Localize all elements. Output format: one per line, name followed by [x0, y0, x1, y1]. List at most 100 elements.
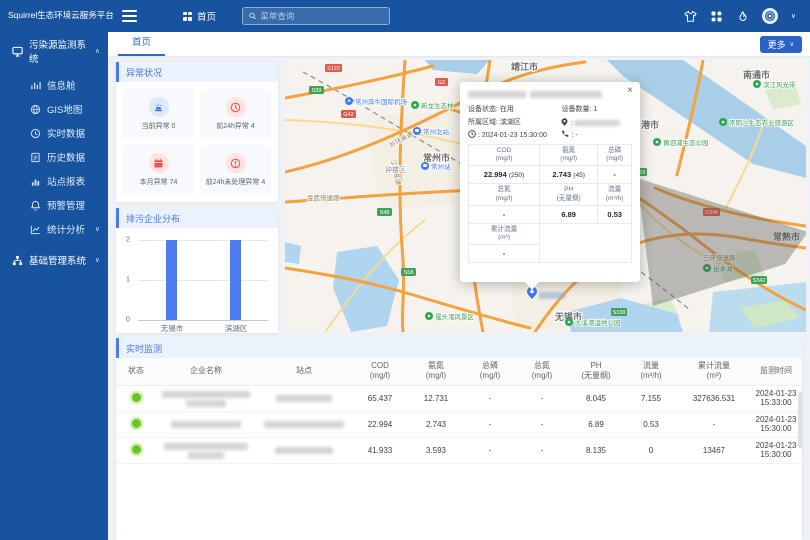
panel-title: 异常状况 [116, 62, 278, 82]
table-row: 22.994 2.743 - - 6.89 0.53 - 2024-01-23 … [116, 411, 802, 437]
sidebar-item-label: 站点报表 [47, 174, 85, 188]
table-row: 41.933 3.593 - - 8.135 0 13467 2024-01-2… [116, 437, 802, 463]
panel-title: 实时监测 [116, 338, 802, 358]
device-info-popup: × 设备状态: 在用 设备数量: 1 所属区域: 滨湖区 : : 2024-01… [460, 82, 640, 282]
sidebar-item-label: 实时数据 [47, 126, 85, 140]
sitemap-icon [12, 255, 23, 266]
sidebar-item-realtime-data[interactable]: 实时数据 [0, 121, 108, 145]
sidebar-item-alert-manage[interactable]: 预警管理 [0, 193, 108, 217]
sidebar-item-label: 预警管理 [47, 198, 85, 212]
bar-chart-icon [30, 80, 41, 91]
chevron-up-icon[interactable]: ∧ [95, 47, 100, 55]
status-dot-online [132, 419, 141, 428]
redacted-station-name [256, 411, 352, 437]
redacted-company-name [156, 385, 256, 411]
siren-icon [149, 97, 169, 117]
svg-text:S122: S122 [327, 66, 340, 72]
menu-search[interactable] [242, 7, 390, 25]
popup-metrics-table: COD(mg/l) 氨氮(mg/l) 总磷(mg/l) 22.994 (250)… [468, 144, 632, 263]
main-content: 异常状况 当前异常 0 前24h异常 4 本月异常 74 前24h未处理异常 4 [108, 57, 810, 540]
home-grid-icon [183, 12, 192, 21]
sidebar-item-label: 统计分析 [47, 222, 85, 236]
realtime-monitor-panel: 实时监测 状态 企业名称 站点 COD(mg/l) 氨氮(mg/l) 总磷(mg… [116, 338, 802, 540]
svg-text:常阴沙生态农业旅游区: 常阴沙生态农业旅游区 [729, 118, 795, 127]
sidebar: Squirrel生态环境云服务平台 污染源监测系统 ∧ 信息舱 GIS地图 实时… [0, 0, 108, 540]
city-label-nantong: 南通市 [743, 69, 770, 80]
document-icon [30, 152, 41, 163]
card-label: 前24h异常 4 [216, 121, 255, 131]
calendar-alert-icon [149, 153, 169, 173]
sidebar-item-gis-map[interactable]: GIS地图 [0, 97, 108, 121]
svg-text:S48: S48 [380, 210, 390, 216]
card-label: 本月异常 74 [140, 177, 178, 187]
search-input[interactable] [260, 11, 383, 21]
abnormal-card-24h: 前24h异常 4 [200, 89, 271, 139]
redacted-station-name [256, 437, 352, 463]
report-icon [30, 176, 41, 187]
exclamation-circle-icon [226, 153, 246, 173]
sidebar-item-statistics[interactable]: 统计分析 ∨ [0, 217, 108, 241]
sidebar-item-station-report[interactable]: 站点报表 [0, 169, 108, 193]
device-address: : [561, 118, 632, 127]
trend-chart-icon [30, 224, 41, 235]
road-label: 金武快速路 [307, 193, 340, 202]
bar-wuxi [166, 240, 177, 320]
y-tick: 1 [126, 277, 130, 284]
chevron-down-icon[interactable]: ∨ [95, 225, 100, 233]
chevron-down-icon[interactable]: ∨ [791, 12, 796, 20]
sidebar-item-history-data[interactable]: 历史数据 [0, 145, 108, 169]
close-icon[interactable]: × [627, 86, 633, 96]
district-label-zhonglou: 钟楼区 [385, 165, 406, 174]
device-status: 设备状态: 在用 [468, 104, 561, 114]
globe-icon [30, 104, 41, 115]
svg-text:S58: S58 [404, 270, 414, 276]
tab-home[interactable]: 首页 [118, 32, 165, 56]
more-button[interactable]: 更多 ∨ [760, 36, 802, 53]
clock-icon [468, 130, 476, 138]
app-logo: Squirrel生态环境云服务平台 [0, 0, 108, 29]
sidebar-group-pollution-monitor[interactable]: 污染源监测系统 ∧ [0, 29, 108, 73]
svg-text:S39: S39 [312, 88, 322, 94]
popup-tail [525, 282, 539, 290]
device-count: 设备数量: 1 [561, 104, 632, 114]
city-label-jingjiang: 靖江市 [511, 61, 538, 72]
svg-text:S338: S338 [613, 310, 626, 316]
sidebar-item-label: 信息舱 [47, 78, 76, 92]
x-tick: 无锡市 [161, 323, 184, 334]
sidebar-item-info-cabin[interactable]: 信息舱 [0, 73, 108, 97]
svg-text:G2: G2 [438, 80, 445, 86]
svg-text:常州北站: 常州北站 [423, 127, 450, 136]
topbar: 首页 ∨ [108, 0, 810, 32]
svg-text:S342: S342 [753, 278, 766, 284]
hamburger-menu-icon[interactable] [122, 10, 137, 22]
clock-alert-icon [226, 97, 246, 117]
abnormal-card-unhandled: 前24h未处理异常 4 [200, 145, 271, 195]
gis-map[interactable]: S122 S39 G42 G2 S48 S58 G4221 S19 S229 G… [285, 60, 806, 332]
layout-widgets-icon[interactable] [710, 10, 723, 23]
theme-shirt-icon[interactable] [684, 10, 697, 23]
phone-icon [561, 130, 569, 138]
svg-text:大溪港湿地公园: 大溪港湿地公园 [575, 318, 621, 327]
redacted-marker-label [539, 292, 565, 299]
chevron-down-icon[interactable]: ∨ [95, 256, 100, 264]
scrollbar[interactable] [798, 392, 802, 448]
sidebar-group-label: 基础管理系统 [29, 253, 86, 267]
flame-icon[interactable] [736, 10, 749, 23]
panel-title: 排污企业分布 [116, 208, 278, 228]
redacted-company-name [156, 411, 256, 437]
y-tick: 0 [126, 317, 130, 324]
more-button-label: 更多 [768, 38, 786, 51]
device-time: : 2024-01-23 15:30:00 [468, 130, 561, 139]
bell-icon [30, 200, 41, 211]
avatar[interactable] [762, 8, 778, 24]
sidebar-group-base-manage[interactable]: 基础管理系统 ∨ [0, 245, 108, 275]
redacted-popup-title [468, 91, 632, 98]
abnormal-card-current: 当前异常 0 [123, 89, 194, 139]
redacted-station-name [256, 385, 352, 411]
y-tick: 2 [126, 237, 130, 244]
table-row: 65.437 12.731 - - 8.045 7.155 327636.531… [116, 385, 802, 411]
pin-icon [561, 118, 568, 126]
breadcrumb[interactable]: 首页 [183, 9, 216, 23]
monitor-table: 状态 企业名称 站点 COD(mg/l) 氨氮(mg/l) 总磷(mg/l) 总… [116, 358, 802, 464]
redacted-company-name [156, 437, 256, 463]
